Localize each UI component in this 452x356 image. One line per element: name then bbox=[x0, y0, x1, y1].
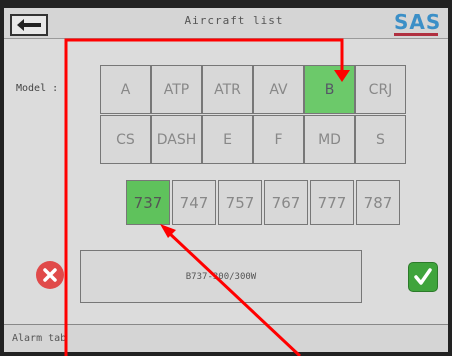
annotation-arrowhead-model bbox=[334, 70, 350, 82]
annotation-arrow-type bbox=[166, 230, 302, 356]
annotation-overlay bbox=[64, 38, 350, 356]
annotation-arrow-model bbox=[64, 38, 344, 356]
